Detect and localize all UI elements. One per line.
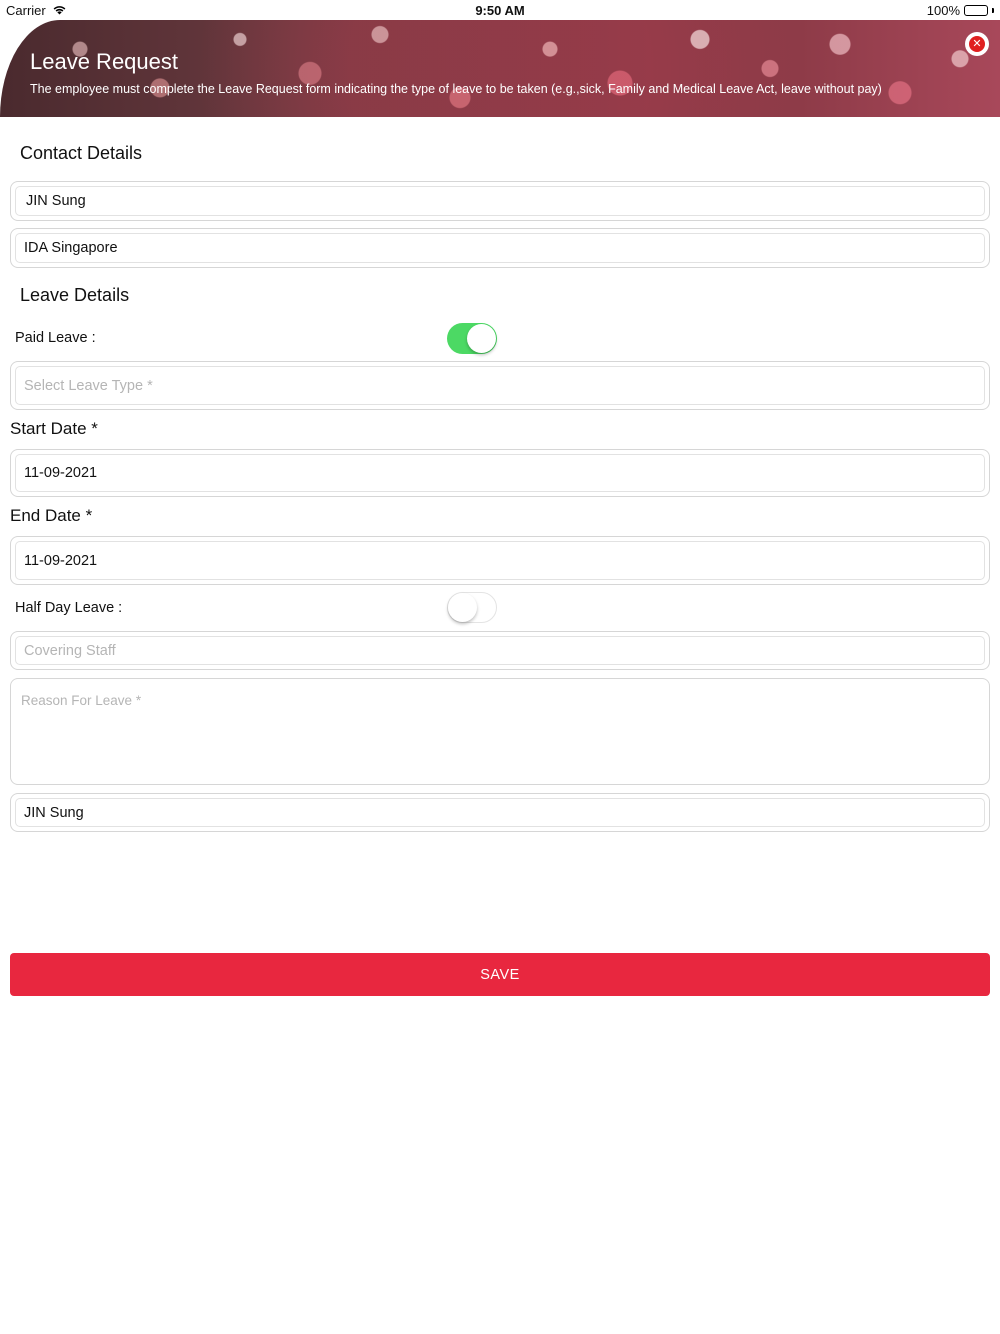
leave-type-placeholder: Select Leave Type * — [15, 366, 985, 405]
status-bar: Carrier 9:50 AM 100% — [0, 0, 1000, 20]
approver-field[interactable]: JIN Sung — [10, 793, 990, 832]
battery-icon — [964, 5, 988, 16]
battery-group: 100% — [927, 3, 994, 18]
paid-leave-label: Paid Leave : — [15, 330, 96, 346]
name-field[interactable]: JIN Sung — [10, 181, 990, 221]
toggle-knob — [467, 324, 496, 353]
end-date-label: End Date * — [10, 506, 93, 525]
half-day-toggle[interactable] — [447, 592, 497, 623]
end-date-value: 11-09-2021 — [15, 541, 985, 580]
half-day-label: Half Day Leave : — [15, 600, 123, 616]
start-date-label: Start Date * — [10, 419, 98, 438]
clock: 9:50 AM — [475, 3, 525, 18]
toggle-knob — [448, 593, 477, 622]
covering-staff-placeholder: Covering Staff — [15, 636, 985, 665]
start-date-value: 11-09-2021 — [15, 454, 985, 492]
page-title: Leave Request — [30, 49, 178, 74]
close-button[interactable]: ✕ — [965, 32, 989, 56]
organization-value: IDA Singapore — [15, 233, 985, 263]
name-value: JIN Sung — [15, 186, 985, 216]
start-date-field[interactable]: 11-09-2021 — [10, 449, 990, 497]
reason-placeholder: Reason For Leave * — [21, 693, 142, 708]
organization-field[interactable]: IDA Singapore — [10, 228, 990, 268]
close-icon: ✕ — [969, 36, 985, 52]
covering-staff-field[interactable]: Covering Staff — [10, 631, 990, 670]
reason-textarea[interactable]: Reason For Leave * — [10, 678, 990, 785]
end-date-field[interactable]: 11-09-2021 — [10, 536, 990, 585]
contact-section-title: Contact Details — [20, 143, 143, 163]
approver-value: JIN Sung — [15, 798, 985, 827]
battery-percent: 100% — [926, 3, 960, 18]
header-banner: Leave Request The employee must complete… — [0, 20, 1000, 117]
save-button[interactable]: SAVE — [10, 953, 990, 996]
paid-leave-toggle[interactable] — [447, 323, 497, 354]
page-description: The employee must complete the Leave Req… — [30, 82, 882, 96]
leave-section-title: Leave Details — [20, 285, 130, 305]
leave-type-select[interactable]: Select Leave Type * — [10, 361, 990, 410]
